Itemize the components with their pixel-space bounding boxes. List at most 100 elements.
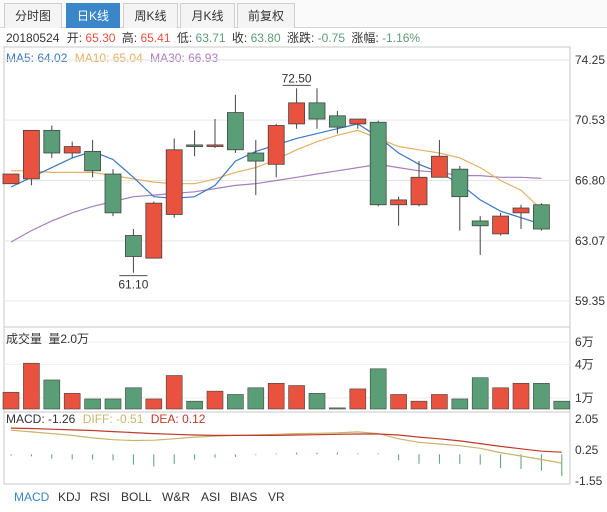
volume-bar (247, 387, 265, 410)
volume-tick-label: 6万 (575, 335, 594, 349)
price-tick-label: 59.35 (575, 294, 605, 308)
volume-tick-label: 4万 (575, 357, 594, 371)
candle (410, 161, 428, 207)
volume-bar (43, 379, 61, 410)
candle-body (2, 173, 20, 185)
candle-body (247, 152, 265, 162)
macd-tick-label: -1.55 (575, 474, 603, 488)
indicator-tab-3[interactable]: BOLL (121, 488, 152, 506)
candle-body (369, 121, 387, 206)
candle-body (145, 202, 163, 259)
diff-value: DIFF: -0.51 (83, 412, 144, 426)
indicator-tab-5[interactable]: ASI (201, 488, 220, 506)
info-close-label: 收: (232, 31, 247, 45)
candle-body (186, 144, 204, 147)
volume-unit: 量2.0万 (48, 332, 89, 346)
volume-axis: 6万 4万 1万 (575, 335, 594, 405)
price-tick-label: 63.07 (575, 234, 605, 248)
price-tick-label: 66.80 (575, 174, 605, 188)
volume-bar (104, 398, 122, 410)
volume-bar (471, 377, 489, 410)
candle (125, 229, 142, 273)
candle-body (267, 125, 285, 165)
ma-legend: MA5: 64.02 MA10: 65.04 MA30: 66.93 (6, 51, 218, 65)
candle (206, 119, 224, 149)
volume-bar (329, 407, 346, 410)
info-open: 65.30 (85, 31, 115, 45)
candle (369, 120, 387, 207)
candle (308, 88, 326, 129)
volume-bar (308, 393, 326, 410)
candle-body (165, 149, 183, 215)
candle (84, 140, 101, 178)
candle (226, 94, 244, 154)
ma10-legend: MA10: 65.04 (75, 51, 143, 65)
indicator-tab-4[interactable]: W&R (162, 488, 190, 506)
volume-bar (125, 387, 142, 410)
macd-value: MACD: -1.26 (6, 412, 76, 426)
candle (104, 169, 122, 217)
volume-title-text: 成交量 (6, 331, 42, 346)
candle (430, 140, 448, 178)
volume-bar (512, 383, 530, 410)
macd-tick-label: 2.05 (575, 412, 599, 426)
volume-bar (23, 362, 40, 410)
macd-series (10, 427, 563, 477)
indicator-tab-6[interactable]: BIAS (230, 488, 257, 506)
candle-body (308, 102, 326, 120)
volume-bar (145, 398, 163, 410)
volume-bar (2, 391, 20, 410)
info-change: -0.75 (318, 31, 346, 45)
info-open-label: 开: (67, 31, 82, 45)
price-tick-label: 74.25 (575, 53, 605, 67)
candle-body (63, 146, 81, 154)
info-pct: -1.16% (382, 31, 420, 45)
macd-axis: 2.05 0.25 -1.55 (575, 412, 603, 488)
candle-body (512, 207, 530, 214)
candle-body (22, 129, 40, 180)
indicator-tab-7[interactable]: VR (268, 488, 285, 506)
volume-bar (349, 388, 367, 410)
volume-bar (63, 393, 81, 410)
indicator-tab-0[interactable]: MACD (14, 488, 49, 506)
candle (63, 141, 81, 158)
indicator-tab-1[interactable]: KDJ (58, 488, 81, 506)
candle (165, 138, 183, 218)
candle (247, 140, 265, 196)
volume-bar (84, 398, 101, 410)
info-date: 20180524 (6, 31, 60, 45)
volume-bar (492, 387, 509, 410)
info-low-label: 低: (177, 31, 192, 45)
candle-body (206, 144, 224, 147)
grid-lines (4, 59, 570, 399)
candle-body (349, 118, 367, 125)
candle (22, 129, 40, 186)
volume-bar (410, 400, 428, 410)
ma30-legend: MA30: 66.93 (150, 51, 218, 65)
candle-body (430, 155, 448, 178)
volume-bar (267, 383, 285, 410)
volume-bar (369, 368, 387, 410)
candle-body (533, 204, 550, 230)
candle-body (104, 173, 122, 214)
indicator-tab-2[interactable]: RSI (90, 488, 110, 506)
candle (451, 165, 469, 231)
stock-chart: 20180524 开: 65.30 高: 65.41 低: 63.71 收: 6… (2, 30, 605, 488)
dea-value: DEA: 0.12 (151, 412, 206, 426)
volume-bar (165, 375, 183, 410)
candle (390, 196, 408, 226)
extreme-label: 72.50 (282, 71, 312, 85)
candle (288, 88, 306, 129)
info-pct-label: 涨幅: (351, 30, 378, 45)
candle-body (125, 235, 142, 257)
volume-bar (206, 390, 224, 410)
candle (492, 212, 510, 236)
candle-body (471, 220, 489, 227)
ma5-legend: MA5: 64.02 (6, 51, 68, 65)
macd-legend: MACD: -1.26 DIFF: -0.51 DEA: 0.12 (6, 412, 206, 426)
volume-bar (390, 394, 407, 410)
volume-bar (451, 398, 469, 410)
candle-body (226, 112, 244, 151)
extreme-label: 61.10 (118, 278, 148, 292)
info-close: 63.80 (251, 31, 281, 45)
